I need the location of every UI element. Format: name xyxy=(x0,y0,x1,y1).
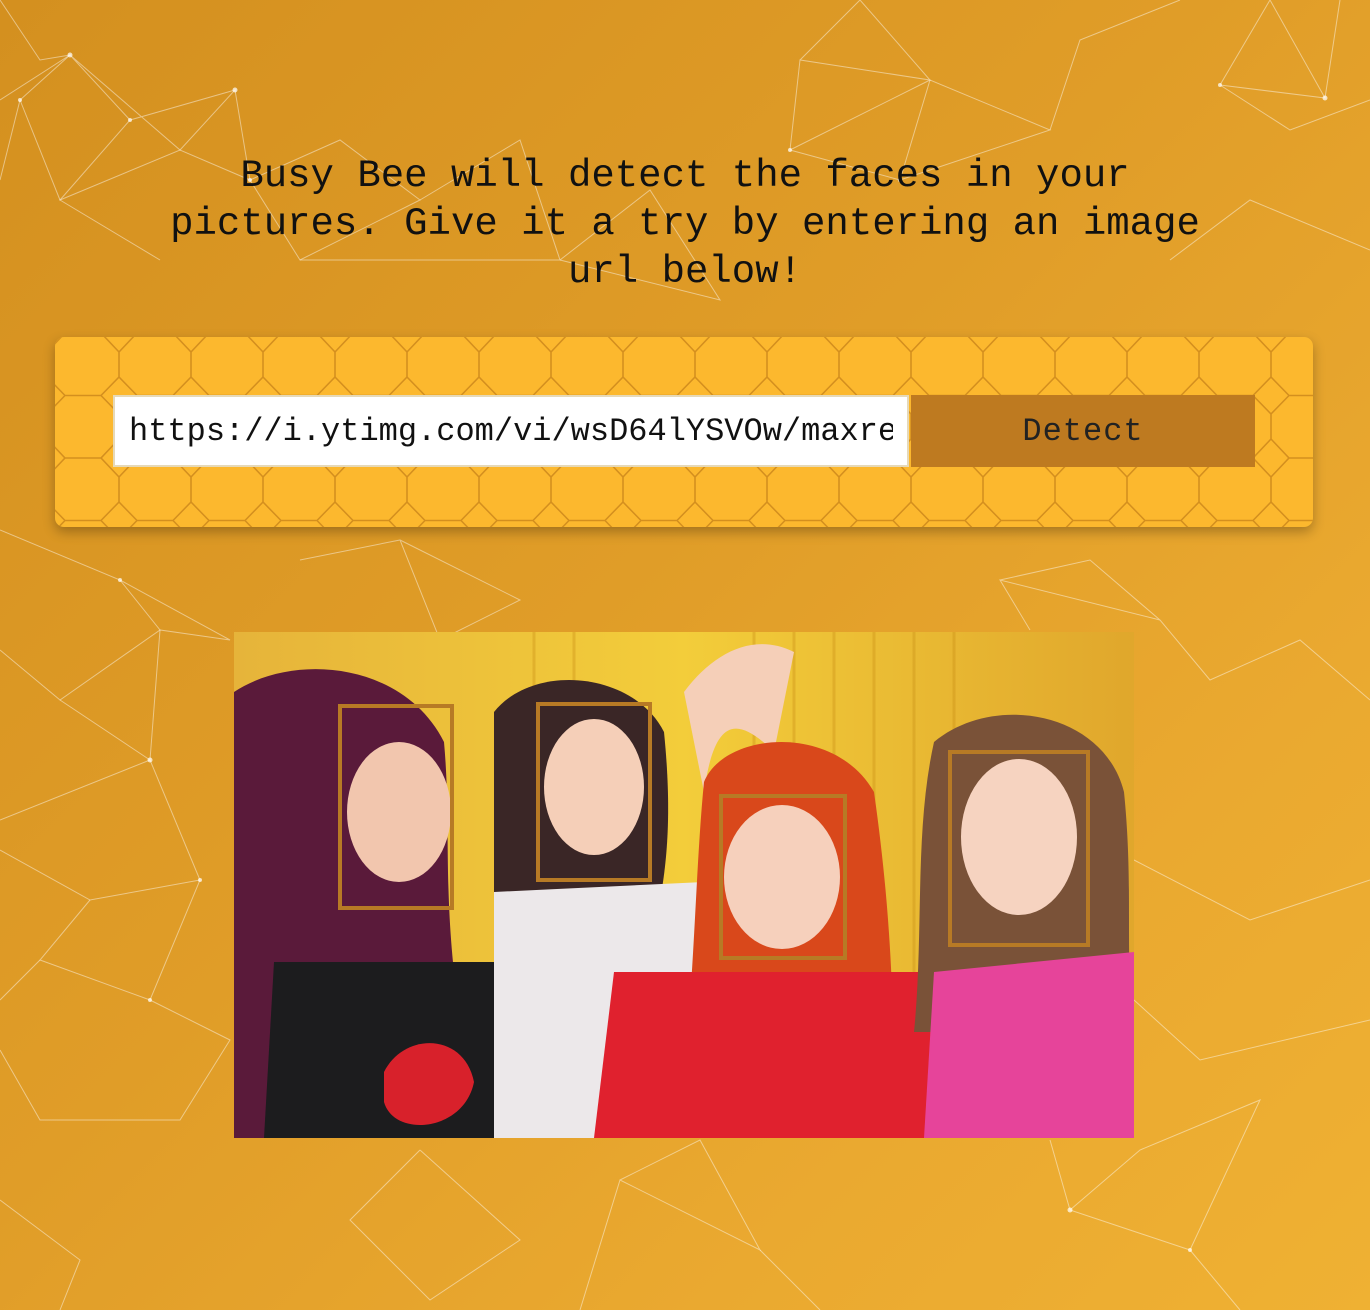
image-url-input[interactable] xyxy=(113,395,909,467)
result-image xyxy=(234,632,1134,1138)
detect-button[interactable]: Detect xyxy=(911,395,1255,467)
face-box-3 xyxy=(719,794,847,960)
face-box-4 xyxy=(948,750,1090,947)
intro-text: Busy Bee will detect the faces in your p… xyxy=(170,154,1200,294)
face-box-2 xyxy=(536,702,652,882)
face-box-1 xyxy=(338,704,454,910)
